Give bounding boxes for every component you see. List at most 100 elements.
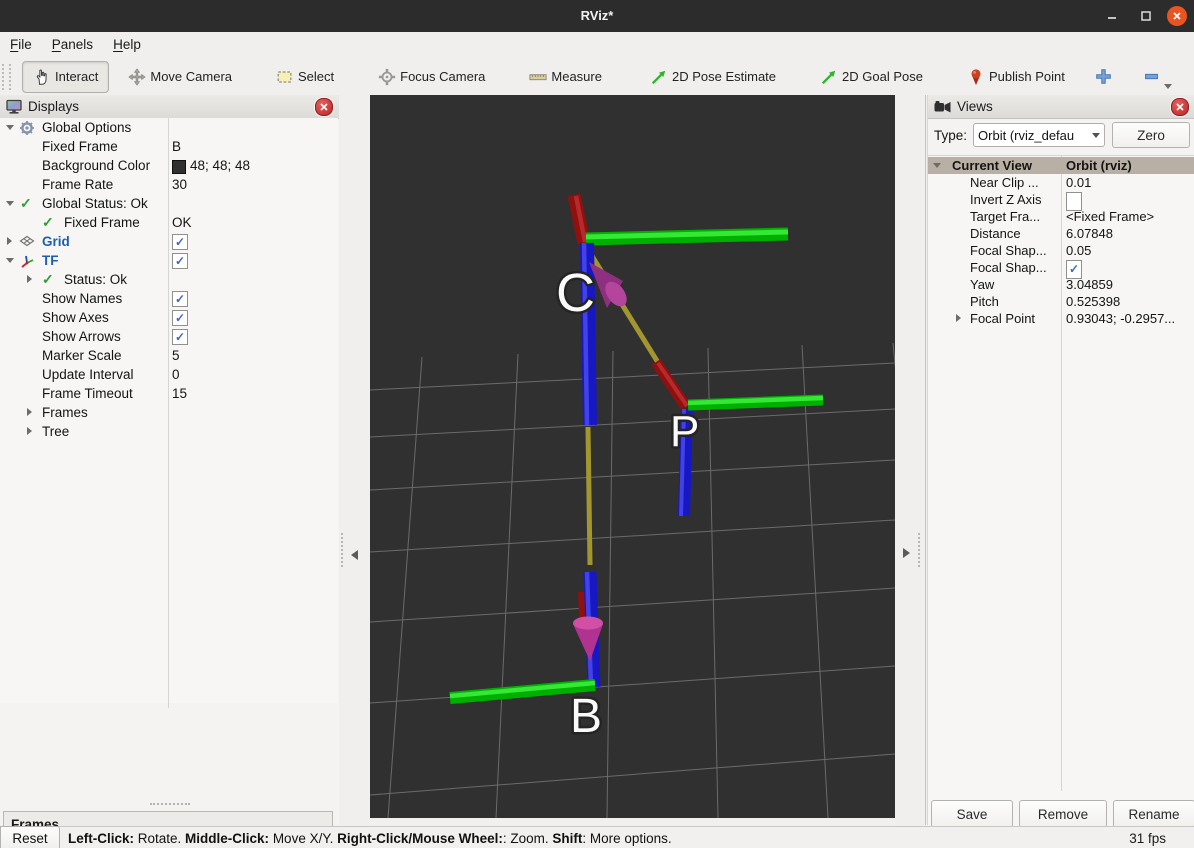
menu-bar: File Panels Help (0, 32, 1194, 59)
panel-splitter-handle[interactable] (150, 803, 190, 810)
views-close-button[interactable] (1171, 98, 1189, 116)
row-fixed-frame-status[interactable]: ✓ Fixed Frame OK (0, 213, 338, 232)
show-names-checkbox[interactable] (172, 291, 188, 307)
property-value[interactable]: 48; 48; 48 (190, 156, 250, 175)
row-focal-shape-size[interactable]: Focal Shap... 0.05 (928, 242, 1194, 259)
property-value[interactable]: 0.525398 (1066, 293, 1120, 310)
add-tool-button[interactable] (1090, 63, 1118, 91)
property-value[interactable]: <Fixed Frame> (1066, 208, 1154, 225)
tool-interact[interactable]: Interact (22, 61, 109, 93)
collapse-left-panel-arrow[interactable] (351, 550, 358, 560)
expander-icon[interactable] (7, 237, 12, 245)
menu-help[interactable]: Help (103, 32, 151, 58)
row-fixed-frame[interactable]: Fixed Frame B (0, 137, 338, 156)
row-near-clip[interactable]: Near Clip ... 0.01 (928, 174, 1194, 191)
tool-2d-pose-estimate[interactable]: 2D Pose Estimate (639, 61, 787, 93)
row-yaw[interactable]: Yaw 3.04859 (928, 276, 1194, 293)
minimize-button[interactable] (1102, 6, 1122, 26)
button-label: Remove (1038, 807, 1088, 822)
row-target-frame[interactable]: Target Fra... <Fixed Frame> (928, 208, 1194, 225)
expander-icon[interactable] (27, 427, 32, 435)
row-invert-z-axis[interactable]: Invert Z Axis (928, 191, 1194, 208)
row-grid-display[interactable]: Grid (0, 232, 338, 251)
property-value[interactable]: 5 (172, 346, 180, 365)
tool-move-camera[interactable]: Move Camera (117, 61, 243, 93)
row-show-axes[interactable]: Show Axes (0, 308, 338, 327)
menu-file[interactable]: File (0, 32, 42, 58)
row-tree[interactable]: Tree (0, 422, 338, 441)
toolbar-drag-handle[interactable] (2, 64, 7, 90)
row-tf-display[interactable]: TF (0, 251, 338, 270)
row-focal-point[interactable]: Focal Point 0.93043; -0.2957... (928, 310, 1194, 327)
toolbar-drag-handle[interactable] (9, 64, 14, 90)
tool-2d-goal-pose[interactable]: 2D Goal Pose (809, 61, 934, 93)
remove-tool-button[interactable] (1138, 63, 1166, 91)
row-focal-shape-fixed[interactable]: Focal Shap... (928, 259, 1194, 276)
row-update-interval[interactable]: Update Interval 0 (0, 365, 338, 384)
splitter-dots[interactable] (341, 533, 346, 567)
tool-label: Interact (55, 69, 98, 84)
show-arrows-checkbox[interactable] (172, 329, 188, 345)
property-label: Fixed Frame (64, 213, 140, 232)
save-view-button[interactable]: Save (931, 800, 1013, 828)
row-frame-timeout[interactable]: Frame Timeout 15 (0, 384, 338, 403)
splitter-dots[interactable] (918, 533, 923, 567)
row-pitch[interactable]: Pitch 0.525398 (928, 293, 1194, 310)
displays-close-button[interactable] (315, 98, 333, 116)
close-button[interactable] (1167, 6, 1187, 26)
collapse-right-panel-arrow[interactable] (903, 548, 910, 558)
reset-button[interactable]: Reset (0, 826, 60, 848)
tool-select[interactable]: Select (265, 61, 345, 93)
expander-icon[interactable] (933, 163, 941, 168)
row-frames[interactable]: Frames (0, 403, 338, 422)
property-value[interactable]: 0.05 (1066, 242, 1091, 259)
displays-panel-header[interactable]: Displays (0, 95, 339, 119)
remove-view-button[interactable]: Remove (1019, 800, 1107, 828)
property-value[interactable]: 0.01 (1066, 174, 1091, 191)
zero-button[interactable]: Zero (1112, 122, 1190, 148)
rename-view-button[interactable]: Rename (1113, 800, 1194, 828)
property-value[interactable]: 15 (172, 384, 187, 403)
row-global-status[interactable]: ✓ Global Status: Ok (0, 194, 338, 213)
property-value[interactable]: 6.07848 (1066, 225, 1113, 242)
rviz-window: RViz* File Panels Help Interact (0, 0, 1194, 848)
row-show-arrows[interactable]: Show Arrows (0, 327, 338, 346)
tool-publish-point[interactable]: Publish Point (956, 61, 1076, 93)
view-type-dropdown[interactable]: Orbit (rviz_defau (973, 123, 1105, 147)
maximize-button[interactable] (1136, 6, 1156, 26)
tool-measure[interactable]: Measure (518, 61, 613, 93)
property-value[interactable]: 30 (172, 175, 187, 194)
panel-splitter[interactable] (925, 95, 926, 825)
property-value[interactable]: 0.93043; -0.2957... (1066, 310, 1175, 327)
title-bar[interactable]: RViz* (0, 0, 1194, 32)
color-swatch[interactable] (172, 160, 186, 174)
row-marker-scale[interactable]: Marker Scale 5 (0, 346, 338, 365)
row-global-options[interactable]: Global Options (0, 118, 338, 137)
tool-focus-camera[interactable]: Focus Camera (367, 61, 496, 93)
expander-icon[interactable] (6, 125, 14, 130)
views-panel-header[interactable]: Views (928, 95, 1194, 119)
row-current-view[interactable]: Current View Orbit (rviz) (928, 157, 1194, 174)
expander-icon[interactable] (27, 408, 32, 416)
row-background-color[interactable]: Background Color 48; 48; 48 (0, 156, 338, 175)
expander-icon[interactable] (956, 314, 961, 322)
property-value[interactable]: 3.04859 (1066, 276, 1113, 293)
expander-icon[interactable] (27, 275, 32, 283)
expander-icon[interactable] (6, 201, 14, 206)
displays-property-tree[interactable]: Global Options Fixed Frame B Background … (0, 118, 338, 703)
row-tf-status[interactable]: ✓ Status: Ok (0, 270, 338, 289)
property-label: Frames (42, 403, 88, 422)
3d-viewport[interactable]: C P B (370, 95, 895, 818)
row-show-names[interactable]: Show Names (0, 289, 338, 308)
views-property-tree[interactable]: Current View Orbit (rviz) Near Clip ... … (928, 155, 1194, 848)
property-value[interactable]: B (172, 137, 181, 156)
property-value[interactable]: OK (172, 213, 192, 232)
row-distance[interactable]: Distance 6.07848 (928, 225, 1194, 242)
enabled-checkbox[interactable] (172, 253, 188, 269)
expander-icon[interactable] (6, 258, 14, 263)
show-axes-checkbox[interactable] (172, 310, 188, 326)
property-value[interactable]: 0 (172, 365, 180, 384)
row-frame-rate[interactable]: Frame Rate 30 (0, 175, 338, 194)
menu-panels[interactable]: Panels (42, 32, 103, 58)
enabled-checkbox[interactable] (172, 234, 188, 250)
